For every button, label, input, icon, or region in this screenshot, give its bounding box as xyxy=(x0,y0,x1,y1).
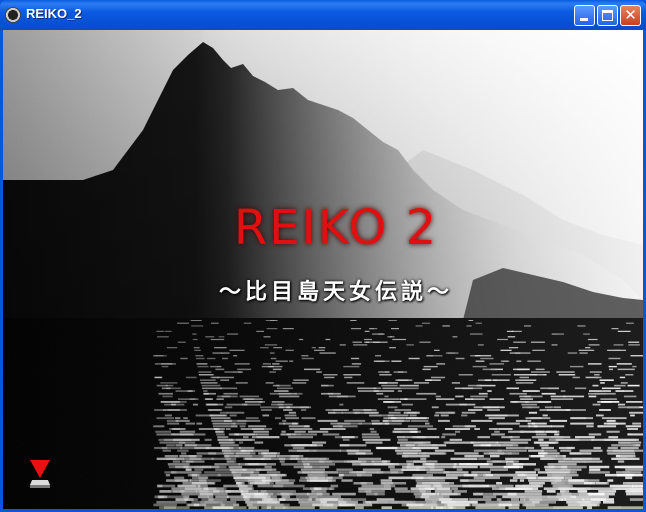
close-button[interactable]: ✕ xyxy=(620,5,641,26)
minimize-icon xyxy=(580,18,588,21)
close-icon: ✕ xyxy=(624,6,637,24)
window-title: REIKO_2 xyxy=(26,6,82,21)
game-screen[interactable]: REIKO 2 ～比目島天女伝説～ xyxy=(3,30,643,509)
game-subtitle: ～比目島天女伝説～ xyxy=(218,280,453,305)
island-sea-background xyxy=(3,30,643,509)
game-title: REIKO 2 xyxy=(233,200,439,256)
app-icon[interactable] xyxy=(5,7,21,23)
maximize-button[interactable] xyxy=(597,5,618,26)
minimize-button[interactable] xyxy=(574,5,595,26)
app-window: REIKO_2 ✕ REIKO 2 ～比目島天女伝説～ xyxy=(0,0,646,512)
maximize-icon xyxy=(602,10,613,21)
title-bar[interactable]: REIKO_2 ✕ xyxy=(0,0,646,30)
red-down-arrow-icon[interactable] xyxy=(27,458,53,490)
